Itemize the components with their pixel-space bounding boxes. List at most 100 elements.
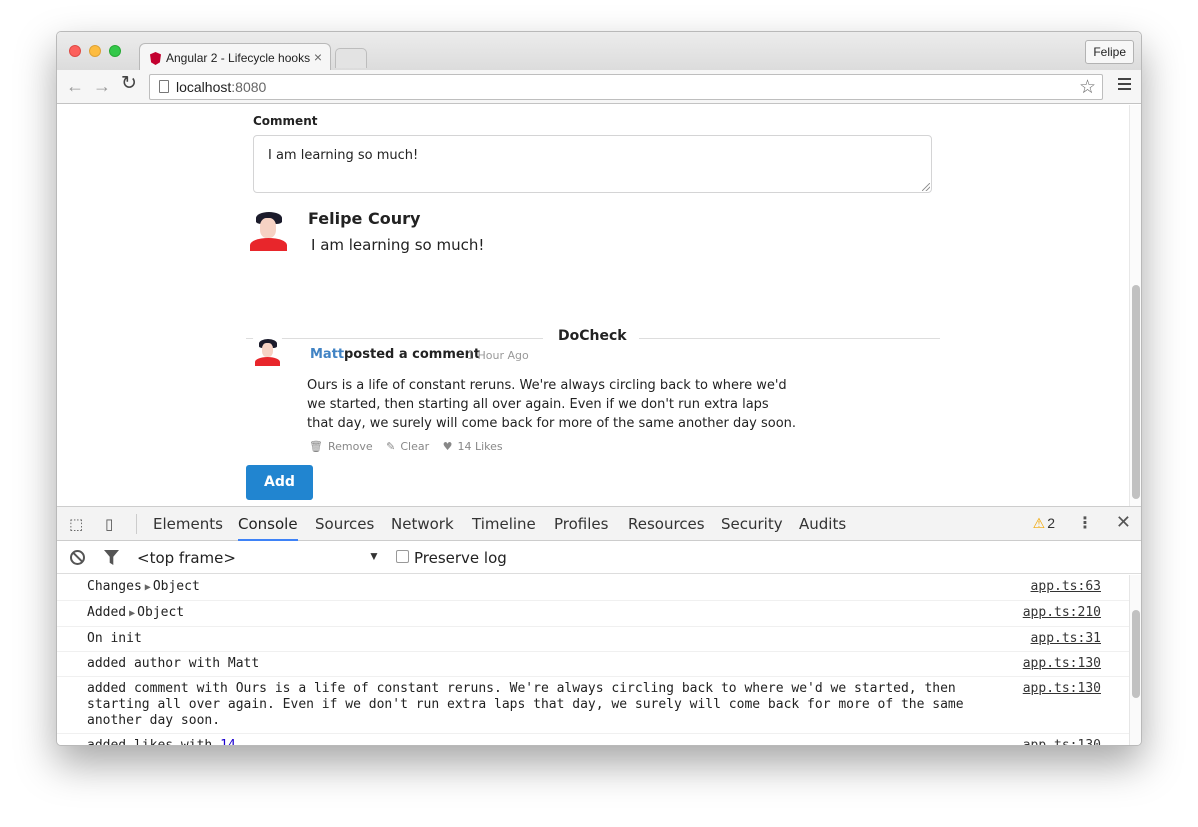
bookmark-star-icon[interactable]: ☆ <box>1079 76 1096 99</box>
avatar-face <box>260 218 276 238</box>
back-arrow-icon[interactable]: ← <box>66 77 84 95</box>
log-source-link[interactable]: app.ts:130 <box>1023 681 1101 697</box>
log-source-link[interactable]: app.ts:210 <box>1023 605 1101 621</box>
tab-profiles[interactable]: Profiles <box>554 507 608 541</box>
remove-label: Remove <box>327 440 373 453</box>
tab-security[interactable]: Security <box>721 507 783 541</box>
tab-audits[interactable]: Audits <box>799 507 846 541</box>
hamburger-menu-icon[interactable] <box>1118 78 1131 90</box>
preserve-log-checkbox[interactable] <box>396 550 409 563</box>
reload-icon[interactable]: ↻ <box>121 74 137 93</box>
filter-icon[interactable] <box>104 550 119 565</box>
log-text: Added ▶ Object <box>87 605 1017 622</box>
clear-label: Clear <box>400 440 430 453</box>
page-scrollbar[interactable] <box>1129 105 1141 506</box>
profile-button[interactable]: Felipe <box>1085 40 1134 64</box>
url-text[interactable]: localhost:8080 <box>176 79 266 95</box>
likes-label: 14 Likes <box>457 440 503 453</box>
add-button[interactable]: Add <box>246 465 313 500</box>
log-prefix: added likes with <box>87 738 213 746</box>
frame-select[interactable]: <top frame> <box>137 549 236 567</box>
avatar-shirt <box>255 357 280 366</box>
devtools-tabbar: ⬚ ▯ Elements Console Sources Network Tim… <box>57 507 1141 541</box>
url-port: :8080 <box>231 79 267 95</box>
heart-icon: ♥ <box>442 440 453 453</box>
console-toolbar: <top frame> ▼ Preserve log <box>57 542 1141 574</box>
likes-action[interactable]: ♥ 14 Likes <box>443 440 503 453</box>
tab-resources[interactable]: Resources <box>628 507 705 541</box>
console-message: added author with Matt app.ts:130 <box>57 652 1129 677</box>
clear-console-icon[interactable] <box>70 550 85 565</box>
close-window-button[interactable] <box>69 45 81 57</box>
tab-elements[interactable]: Elements <box>153 507 223 541</box>
log-text: Changes ▶ Object <box>87 579 1017 596</box>
log-source-link[interactable]: app.ts:63 <box>1031 579 1101 595</box>
log-source-link[interactable]: app.ts:130 <box>1023 656 1101 672</box>
console-message: Added ▶ Object app.ts:210 <box>57 601 1129 627</box>
comment-text: Ours is a life of constant reruns. We're… <box>307 378 797 431</box>
trash-icon: 🗑 <box>309 440 323 453</box>
page-viewport: Comment I am learning so much! Felipe Co… <box>57 105 1141 506</box>
preview-text: I am learning so much! <box>311 236 485 254</box>
avatar-face <box>262 343 273 357</box>
warning-icon: ⚠ <box>1032 515 1046 531</box>
tab-title: Angular 2 - Lifecycle hooks <box>166 51 311 65</box>
remove-action[interactable]: 🗑 Remove <box>309 440 373 453</box>
tab-sources[interactable]: Sources <box>315 507 374 541</box>
log-object[interactable]: Object <box>153 579 200 594</box>
zoom-window-button[interactable] <box>109 45 121 57</box>
more-options-icon[interactable]: ⋮ <box>1077 513 1093 533</box>
console-message: added likes with 14 app.ts:130 <box>57 734 1129 746</box>
new-tab-button[interactable] <box>335 48 367 68</box>
comment-actions: 🗑 Remove ✎ Clear ♥ 14 Likes <box>309 440 513 453</box>
browser-tab[interactable]: Angular 2 - Lifecycle hooks × <box>139 43 331 71</box>
minimize-window-button[interactable] <box>89 45 101 57</box>
title-bar: Angular 2 - Lifecycle hooks × Felipe <box>57 32 1141 71</box>
tab-close-icon[interactable]: × <box>314 49 322 65</box>
tab-timeline[interactable]: Timeline <box>472 507 536 541</box>
browser-toolbar: ← → ↻ localhost:8080 ☆ <box>57 70 1141 104</box>
angular-icon <box>150 52 161 65</box>
console-message: added comment with Ours is a life of con… <box>57 677 1129 734</box>
log-source-link[interactable]: app.ts:130 <box>1023 738 1101 745</box>
textarea-resize-handle[interactable] <box>922 183 930 191</box>
warnings-counter[interactable]: ⚠ 2 <box>1033 515 1055 532</box>
comment-author-link[interactable]: Matt <box>310 347 344 362</box>
log-text: added comment with Ours is a life of con… <box>87 681 972 728</box>
devtools-panel: ⬚ ▯ Elements Console Sources Network Tim… <box>57 506 1141 746</box>
log-object[interactable]: Object <box>137 605 184 620</box>
console-scrollbar[interactable] <box>1129 575 1141 745</box>
log-source-link[interactable]: app.ts:31 <box>1031 631 1101 647</box>
preview-author: Felipe Coury <box>308 209 421 228</box>
console-scrollbar-thumb[interactable] <box>1132 610 1140 698</box>
forward-arrow-icon[interactable]: → <box>93 77 111 95</box>
log-text: added likes with 14 <box>87 738 1017 746</box>
log-prefix: Changes <box>87 579 142 594</box>
device-mode-icon[interactable]: ▯ <box>105 515 113 533</box>
warning-count: 2 <box>1047 515 1055 531</box>
divider-line-left <box>246 338 543 339</box>
frame-dropdown-icon[interactable]: ▼ <box>368 549 380 563</box>
page-icon <box>159 80 169 93</box>
eraser-icon: ✎ <box>386 440 396 453</box>
tab-network[interactable]: Network <box>391 507 454 541</box>
expand-triangle-icon[interactable]: ▶ <box>129 608 135 619</box>
console-message: Changes ▶ Object app.ts:63 <box>57 575 1129 601</box>
comment-input[interactable]: I am learning so much! <box>253 135 932 193</box>
divider-title: DoCheck <box>558 328 627 344</box>
inspect-element-icon[interactable]: ⬚ <box>69 515 83 533</box>
divider-line-right <box>639 338 940 339</box>
tab-console[interactable]: Console <box>238 507 298 541</box>
clear-action[interactable]: ✎ Clear <box>386 440 429 453</box>
page-scrollbar-thumb[interactable] <box>1132 285 1140 499</box>
comment-action: posted a comment <box>344 347 481 362</box>
preserve-log-label: Preserve log <box>414 549 507 567</box>
address-bar[interactable]: localhost:8080 ☆ <box>149 74 1103 100</box>
url-host: localhost <box>176 79 232 95</box>
comment-avatar <box>253 337 282 366</box>
log-text: added author with Matt <box>87 656 260 671</box>
expand-triangle-icon[interactable]: ▶ <box>145 582 151 593</box>
avatar-shirt <box>250 238 287 251</box>
close-devtools-icon[interactable]: ✕ <box>1116 512 1131 533</box>
console-output: Changes ▶ Object app.ts:63 Added ▶ Object ap… <box>57 575 1129 746</box>
